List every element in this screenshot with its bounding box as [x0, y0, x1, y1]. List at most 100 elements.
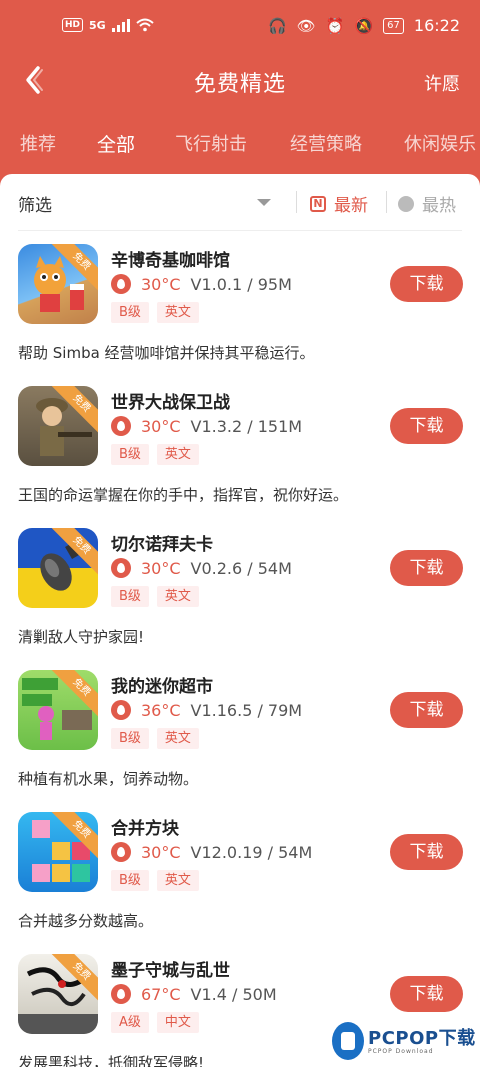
app-description: 发展黑科技，抵御敌军侵略!: [18, 1054, 205, 1067]
filter-button[interactable]: 筛选: [18, 191, 52, 216]
blocks-game-icon[interactable]: 免费: [18, 812, 98, 892]
sort-hottest-button[interactable]: 最热: [398, 191, 456, 216]
app-meta: 30°C V0.2.6 / 54M: [111, 558, 292, 578]
app-name[interactable]: 切尔诺拜夫卡: [111, 530, 213, 555]
tab-recommend[interactable]: 推荐: [20, 130, 56, 156]
status-bar: HD 5G 🎧 👁 ⏰ 🔕 67 16:22: [0, 0, 480, 56]
category-tabs: 推荐 全部 飞行射击 经营策略 休闲娱乐: [0, 118, 480, 168]
tab-strategy[interactable]: 经营策略: [290, 130, 362, 156]
network-label: 5G: [89, 18, 106, 32]
app-description: 合并越多分数越高。: [18, 912, 154, 930]
app-meta: 36°C V1.16.5 / 79M: [111, 700, 302, 720]
nav-bar: 免费精选 许愿: [0, 56, 480, 112]
wish-button[interactable]: 许愿: [424, 70, 460, 96]
status-left: HD 5G: [62, 18, 154, 32]
heat-value: 30°C: [141, 416, 181, 436]
grade-tag: B级: [111, 444, 149, 465]
list-item[interactable]: 免费 我的迷你超市 36°C V1.16.5 / 79M B级 英文 下载 种植…: [0, 670, 480, 810]
app-name[interactable]: 墨子守城与乱世: [111, 956, 230, 981]
filter-bar: 筛选 N 最新 最热: [0, 174, 480, 230]
watermark-text: PCPOP下载: [368, 1028, 476, 1049]
app-meta: 30°C V12.0.19 / 54M: [111, 842, 312, 862]
bomb-game-icon[interactable]: 免费: [18, 528, 98, 608]
tab-all[interactable]: 全部: [97, 130, 135, 157]
app-description: 帮助 Simba 经营咖啡馆并保持其平稳运行。: [18, 344, 315, 362]
sort-hottest-label: 最热: [422, 196, 456, 216]
app-name[interactable]: 世界大战保卫战: [111, 388, 230, 413]
chevron-down-icon[interactable]: [257, 199, 271, 206]
list-item[interactable]: 免费 切尔诺拜夫卡 30°C V0.2.6 / 54M B级 英文 下载 清剿敌…: [0, 528, 480, 668]
language-tag: 英文: [156, 870, 199, 891]
new-icon: N: [310, 195, 326, 212]
download-button[interactable]: 下载: [390, 266, 463, 302]
version-size: V1.3.2 / 151M: [190, 416, 303, 436]
grade-tag: A级: [111, 1012, 149, 1033]
tag-list: B级 英文: [111, 586, 199, 607]
watermark-subtext: PCPOP Download: [368, 1048, 434, 1055]
language-tag: 英文: [156, 728, 199, 749]
content-panel: 筛选 N 最新 最热 免费 辛博奇基咖啡馆 30°C V1.0.1 / 95M …: [0, 174, 480, 1067]
status-right: 🎧 👁 ⏰ 🔕 67 16:22: [268, 16, 460, 35]
heat-value: 30°C: [141, 274, 181, 294]
list-item[interactable]: 免费 辛博奇基咖啡馆 30°C V1.0.1 / 95M B级 英文 下载 帮助…: [0, 244, 480, 384]
signal-icon: [111, 18, 130, 32]
download-button[interactable]: 下载: [390, 834, 463, 870]
sort-newest-label: 最新: [334, 196, 368, 216]
download-button[interactable]: 下载: [390, 408, 463, 444]
ink-war-game-icon[interactable]: 免费: [18, 954, 98, 1034]
language-tag: 中文: [156, 1012, 199, 1033]
grade-tag: B级: [111, 302, 149, 323]
headphones-icon: 🎧: [268, 16, 287, 35]
app-name[interactable]: 辛博奇基咖啡馆: [111, 246, 230, 271]
clock: 16:22: [413, 16, 460, 35]
divider: [386, 191, 387, 213]
grade-tag: B级: [111, 870, 149, 891]
version-size: V12.0.19 / 54M: [190, 842, 313, 862]
download-button[interactable]: 下载: [390, 976, 463, 1012]
fire-icon: [111, 274, 131, 294]
wifi-icon: [136, 18, 154, 32]
heat-value: 67°C: [141, 984, 181, 1004]
grade-tag: B级: [111, 586, 149, 607]
version-size: V1.4 / 50M: [190, 984, 277, 1004]
app-description: 王国的命运掌握在你的手中，指挥官，祝你好运。: [18, 486, 349, 504]
cafe-game-icon[interactable]: 免费: [18, 244, 98, 324]
list-item[interactable]: 免费 合并方块 30°C V12.0.19 / 54M B级 英文 下载 合并越…: [0, 812, 480, 952]
grade-tag: B级: [111, 728, 149, 749]
app-description: 清剿敌人守护家园!: [18, 628, 145, 646]
tag-list: B级 英文: [111, 728, 199, 749]
tag-list: B级 英文: [111, 444, 199, 465]
version-size: V1.16.5 / 79M: [190, 700, 303, 720]
divider: [18, 230, 462, 231]
download-button[interactable]: 下载: [390, 550, 463, 586]
tag-list: B级 英文: [111, 302, 199, 323]
market-game-icon[interactable]: 免费: [18, 670, 98, 750]
sort-newest-button[interactable]: N 最新: [310, 191, 368, 216]
list-item[interactable]: 免费 世界大战保卫战 30°C V1.3.2 / 151M B级 英文 下载 王…: [0, 386, 480, 526]
battery-icon: 67: [383, 17, 404, 34]
app-meta: 30°C V1.3.2 / 151M: [111, 416, 302, 436]
alarm-icon: ⏰: [325, 16, 345, 35]
app-name[interactable]: 合并方块: [111, 814, 179, 839]
download-button[interactable]: 下载: [390, 692, 463, 728]
language-tag: 英文: [156, 302, 199, 323]
version-size: V0.2.6 / 54M: [190, 558, 292, 578]
language-tag: 英文: [156, 444, 199, 465]
flame-icon: [398, 195, 414, 212]
hd-icon: HD: [62, 18, 84, 32]
tag-list: A级 中文: [111, 1012, 199, 1033]
tab-shooting[interactable]: 飞行射击: [175, 130, 247, 156]
heat-value: 36°C: [141, 700, 181, 720]
app-name[interactable]: 我的迷你超市: [111, 672, 213, 697]
fire-icon: [111, 984, 131, 1004]
divider: [296, 191, 297, 213]
watermark: PCPOP下载 PCPOP Download: [330, 1022, 480, 1062]
pcpop-logo-icon: [332, 1022, 364, 1060]
app-description: 种植有机水果，饲养动物。: [18, 770, 199, 788]
heat-value: 30°C: [141, 558, 181, 578]
fire-icon: [111, 558, 131, 578]
app-meta: 30°C V1.0.1 / 95M: [111, 274, 292, 294]
fire-icon: [111, 416, 131, 436]
tab-casual[interactable]: 休闲娱乐: [404, 130, 476, 156]
soldier-game-icon[interactable]: 免费: [18, 386, 98, 466]
